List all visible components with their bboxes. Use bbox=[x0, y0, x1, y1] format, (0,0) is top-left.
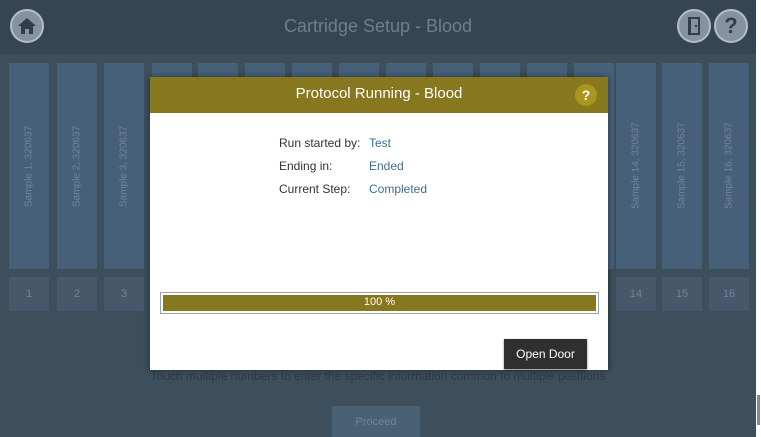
cartridge-position-15[interactable]: Sample 15, 320637 bbox=[662, 63, 702, 269]
position-label: Sample 3, 320637 bbox=[118, 125, 130, 207]
help-icon[interactable]: ? bbox=[575, 84, 597, 106]
ending-in-value: Ended bbox=[369, 159, 404, 173]
cartridge-position-14[interactable]: Sample 14, 320637 bbox=[616, 63, 656, 269]
current-step-label: Current Step: bbox=[279, 182, 351, 196]
position-number-button[interactable]: 15 bbox=[662, 277, 702, 311]
cartridge-position-2[interactable]: Sample 2, 320637 bbox=[57, 63, 97, 269]
position-label: Sample 15, 320637 bbox=[676, 122, 688, 210]
run-started-by-label: Run started by: bbox=[279, 136, 361, 150]
progress-text: 100 % bbox=[363, 296, 396, 308]
progress-track: 100 % bbox=[163, 295, 596, 311]
cartridge-position-1[interactable]: Sample 1, 320637 bbox=[9, 63, 49, 269]
instruction-text: Touch multiple numbers to enter the spec… bbox=[150, 369, 606, 383]
open-door-button[interactable]: Open Door bbox=[504, 339, 587, 369]
position-number-button[interactable]: 3 bbox=[104, 277, 144, 311]
position-label: Sample 2, 320637 bbox=[71, 125, 83, 207]
door-icon[interactable] bbox=[677, 9, 711, 43]
protocol-running-dialog: Protocol Running - Blood ? Run started b… bbox=[150, 77, 608, 370]
dialog-header: Protocol Running - Blood ? bbox=[150, 77, 608, 113]
dialog-title: Protocol Running - Blood bbox=[295, 85, 463, 102]
edge-mark bbox=[757, 395, 760, 425]
cartridge-position-16[interactable]: Sample 16, 320637 bbox=[709, 63, 749, 269]
position-number-button[interactable]: 2 bbox=[57, 277, 97, 311]
current-step-value: Completed bbox=[369, 182, 428, 196]
page-title: Cartridge Setup - Blood bbox=[283, 16, 473, 36]
cartridge-position-3[interactable]: Sample 3, 320637 bbox=[104, 63, 144, 269]
app-window: Cartridge Setup - Blood ? Sample 1, 3206… bbox=[0, 0, 756, 437]
help-icon[interactable]: ? bbox=[714, 9, 748, 43]
top-bar: Cartridge Setup - Blood ? bbox=[0, 0, 756, 54]
position-label: Sample 1, 320637 bbox=[23, 125, 35, 207]
ending-in-label: Ending in: bbox=[279, 159, 333, 173]
position-number-button[interactable]: 1 bbox=[9, 277, 49, 311]
position-label: Sample 14, 320637 bbox=[630, 122, 642, 210]
proceed-button[interactable]: Proceed bbox=[332, 406, 420, 437]
position-number-button[interactable]: 14 bbox=[616, 277, 656, 311]
run-started-by-value: Test bbox=[369, 136, 392, 150]
position-label: Sample 16, 320637 bbox=[723, 122, 735, 210]
position-number-button[interactable]: 16 bbox=[709, 277, 749, 311]
progress-bar: 100 % bbox=[160, 292, 599, 314]
